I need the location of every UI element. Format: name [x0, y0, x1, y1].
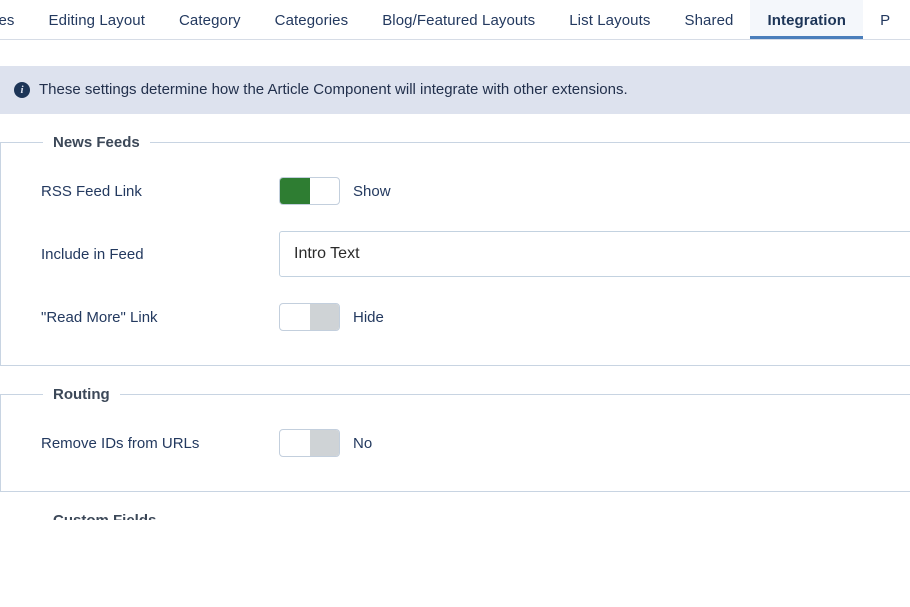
tab-shared[interactable]: Shared — [667, 0, 750, 40]
tab-label: Categories — [275, 12, 349, 29]
section-legend-custom-fields: Custom Fields — [43, 512, 166, 520]
info-alert-text: These settings determine how the Article… — [39, 81, 628, 99]
tab-label: Blog/Featured Layouts — [382, 12, 535, 29]
field-row-rss-feed-link: RSS Feed Link Show — [1, 169, 910, 213]
control-remove-ids-from-urls: No — [279, 429, 372, 457]
section-custom-fields: Custom Fields — [0, 512, 910, 520]
toggle-state-label-remove-ids-from-urls: No — [353, 435, 372, 452]
tab-label: Integration — [767, 12, 846, 29]
toggle-remove-ids-from-urls[interactable] — [279, 429, 340, 457]
toggle-read-more-link[interactable] — [279, 303, 340, 331]
label-read-more-link: "Read More" Link — [41, 309, 279, 326]
tab-label: P — [880, 12, 890, 29]
tab-label: Category — [179, 12, 241, 29]
section-routing: Routing Remove IDs from URLs No — [0, 386, 910, 492]
tab-label: Editing Layout — [49, 12, 145, 29]
tab-list-layouts[interactable]: List Layouts — [552, 0, 667, 40]
field-row-include-in-feed: Include in Feed Intro Text — [1, 231, 910, 277]
tab-label: Shared — [684, 12, 733, 29]
label-include-in-feed: Include in Feed — [41, 246, 279, 263]
toggle-knob — [310, 304, 340, 330]
info-icon: i — [14, 82, 30, 98]
tab-label: icles — [0, 12, 15, 29]
toggle-knob — [280, 178, 310, 204]
tab-category[interactable]: Category — [162, 0, 258, 40]
control-read-more-link: Hide — [279, 303, 384, 331]
section-legend-routing: Routing — [43, 386, 120, 403]
tab-integration[interactable]: Integration — [750, 0, 863, 40]
tab-label: List Layouts — [569, 12, 650, 29]
section-news-feeds: News Feeds RSS Feed Link Show Include in… — [0, 134, 910, 366]
tab-categories[interactable]: Categories — [258, 0, 366, 40]
toggle-state-label-rss-feed-link: Show — [353, 183, 391, 200]
select-value-include-in-feed: Intro Text — [294, 245, 360, 263]
toggle-state-label-read-more-link: Hide — [353, 309, 384, 326]
tab-bar: icles Editing Layout Category Categories Blo… — [0, 0, 910, 40]
toggle-rss-feed-link[interactable] — [279, 177, 340, 205]
select-include-in-feed[interactable]: Intro Text — [279, 231, 910, 277]
control-include-in-feed: Intro Text — [279, 231, 910, 277]
tab-blog-featured-layouts[interactable]: Blog/Featured Layouts — [365, 0, 552, 40]
tab-editing-layout[interactable]: Editing Layout — [32, 0, 162, 40]
label-rss-feed-link: RSS Feed Link — [41, 183, 279, 200]
tab-p[interactable]: P — [863, 0, 907, 40]
section-legend-news-feeds: News Feeds — [43, 134, 150, 151]
info-alert: i These settings determine how the Artic… — [0, 66, 910, 114]
toggle-knob — [310, 430, 340, 456]
control-rss-feed-link: Show — [279, 177, 391, 205]
tab-icles[interactable]: icles — [0, 0, 32, 40]
integration-settings-page: i These settings determine how the Artic… — [0, 66, 910, 520]
field-row-remove-ids-from-urls: Remove IDs from URLs No — [1, 421, 910, 465]
field-row-read-more-link: "Read More" Link Hide — [1, 295, 910, 339]
label-remove-ids-from-urls: Remove IDs from URLs — [41, 435, 279, 452]
section-custom-fields-peek: Custom Fields — [0, 492, 910, 520]
